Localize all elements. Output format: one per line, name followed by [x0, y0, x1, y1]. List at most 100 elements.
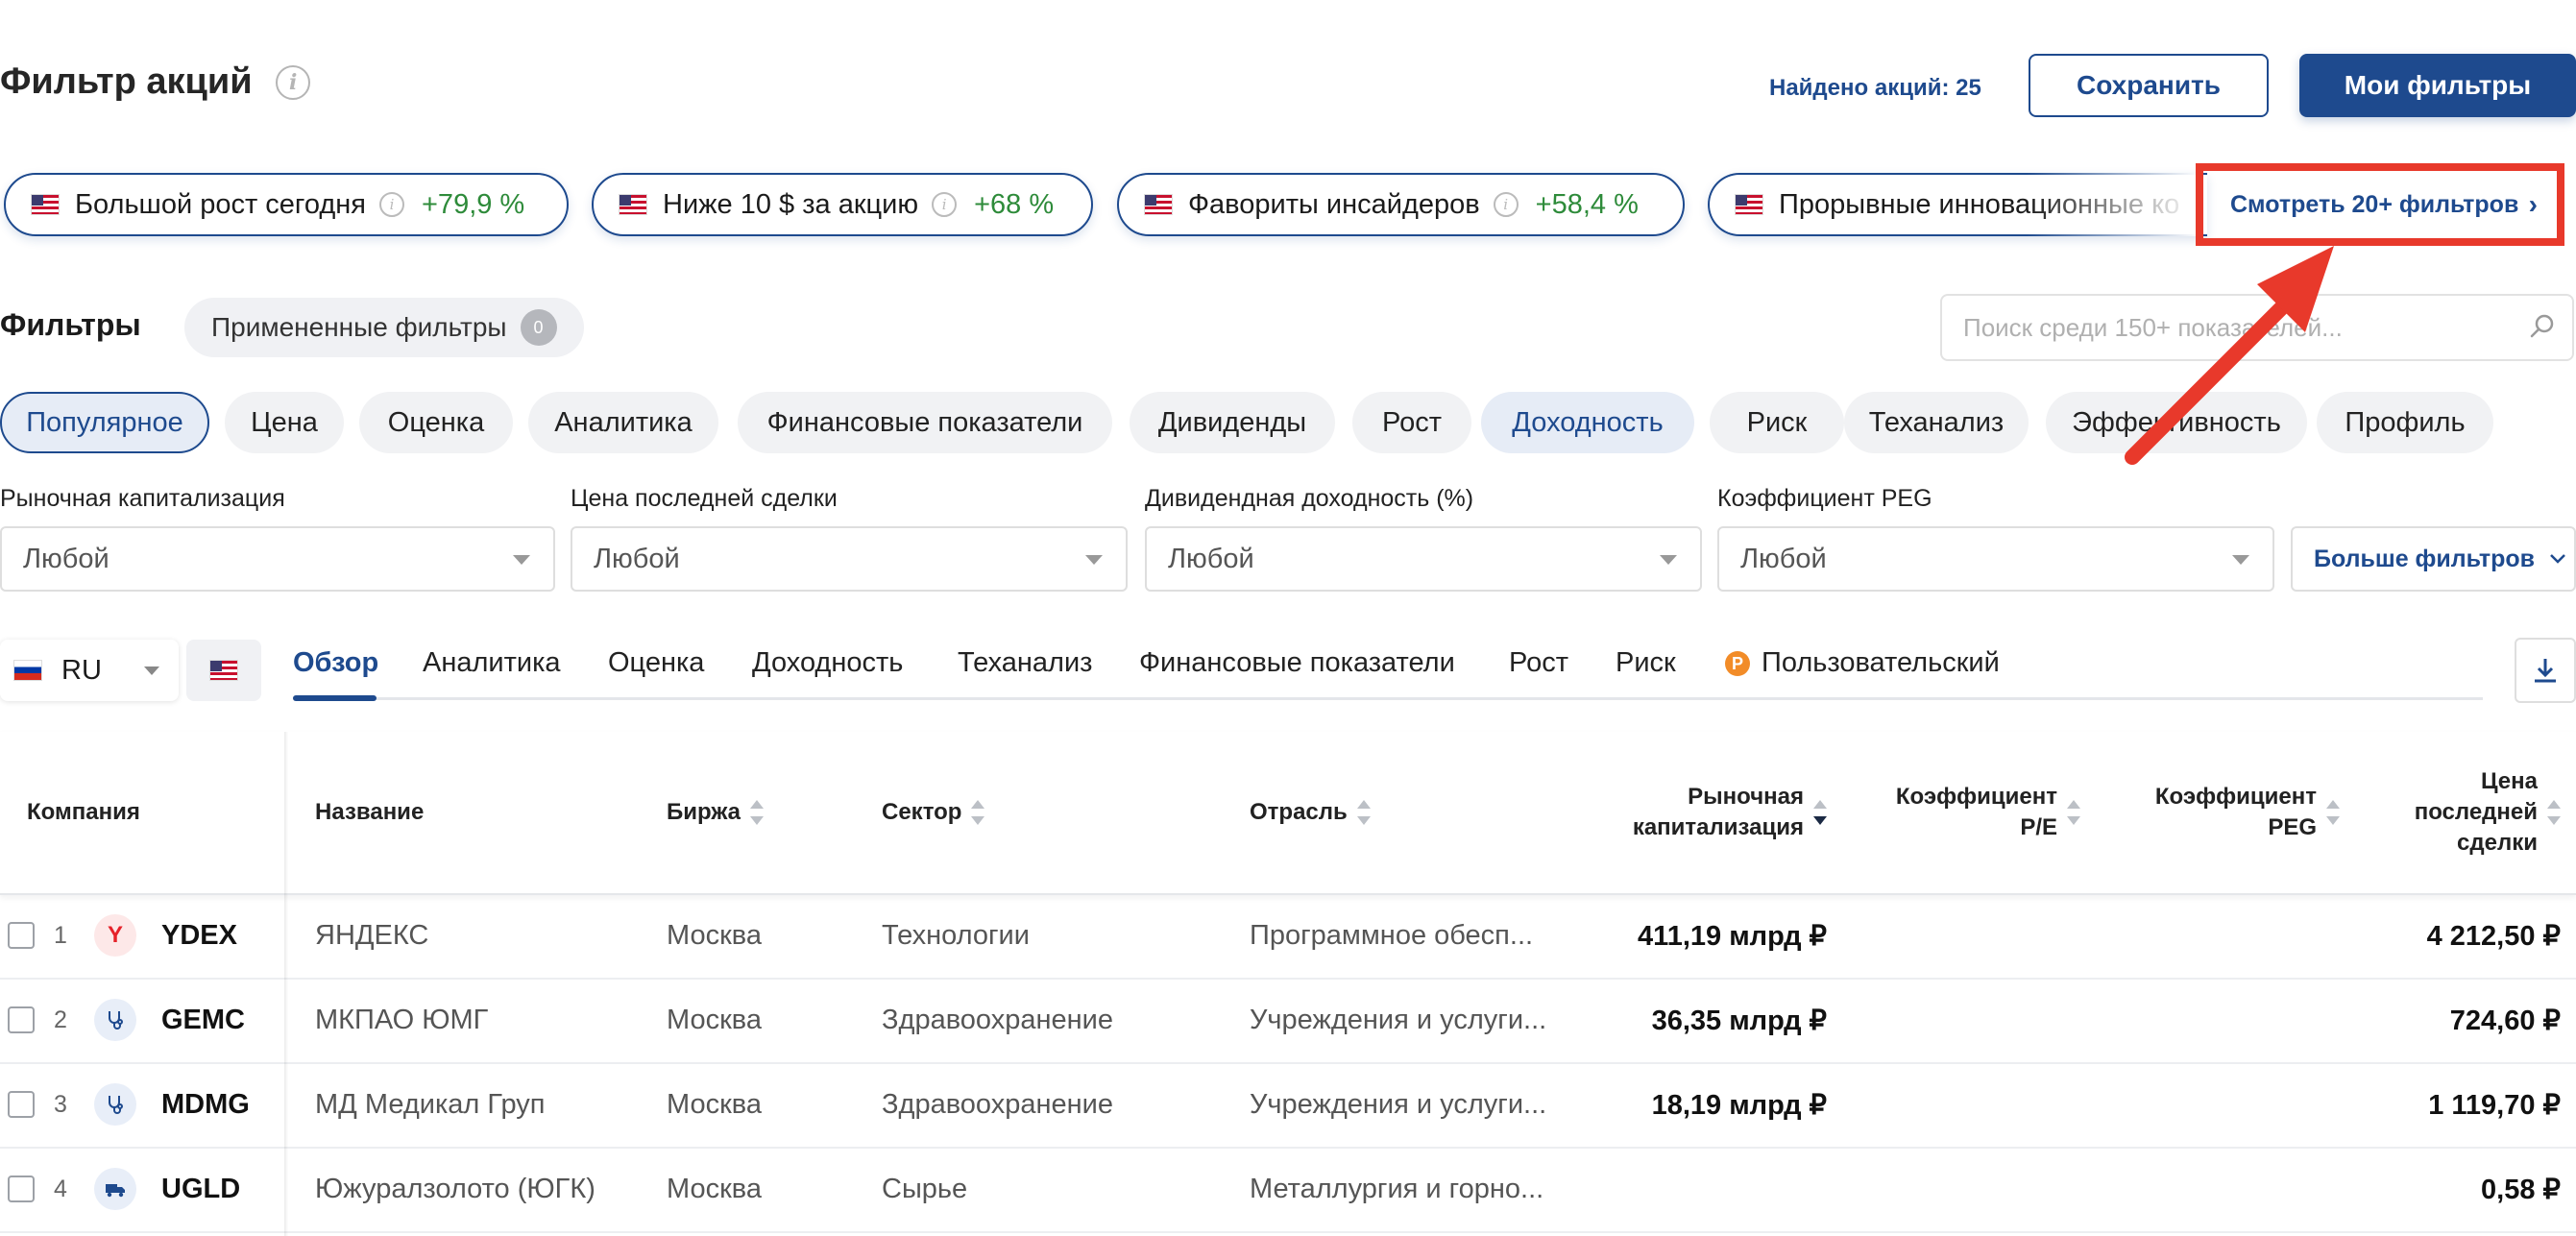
table-row[interactable]: 1 Y YDEX ЯНДЕКС Москва Технологии Програ… [0, 893, 2576, 980]
category-price[interactable]: Цена [225, 392, 344, 453]
header-pe[interactable]: Коэффициент P/E [1854, 732, 2080, 893]
category-profile[interactable]: Профиль [2317, 392, 2493, 453]
header-sector[interactable]: Сектор [882, 732, 985, 893]
category-performance[interactable]: Эффективность [2046, 392, 2307, 453]
row-checkbox[interactable] [8, 1091, 35, 1118]
header-line: P/E [2020, 814, 2057, 840]
header-sector-label: Сектор [882, 799, 962, 825]
us-flag-icon [1735, 194, 1763, 215]
exchange: Москва [667, 1004, 763, 1035]
header-market-cap-label: Рыночная капитализация [1633, 782, 1804, 843]
tab-technicals[interactable]: Теханализ [958, 647, 1092, 679]
frozen-column-shadow [284, 732, 288, 1236]
tab-returns[interactable]: Доходность [752, 647, 903, 679]
header-industry[interactable]: Отрасль [1250, 732, 1371, 893]
ticker-link[interactable]: GEMC [161, 978, 245, 1062]
peg-select[interactable]: Любой [1717, 526, 2274, 592]
tab-custom-label: Пользовательский [1762, 647, 2000, 678]
caret-down-icon [513, 555, 530, 565]
category-financials[interactable]: Финансовые показатели [738, 392, 1112, 453]
country-code: RU [61, 654, 102, 686]
table-row[interactable]: 4 UGLD Южуралзолото (ЮГК) Москва Сырье М… [0, 1147, 2576, 1233]
download-button[interactable] [2515, 638, 2576, 703]
tab-growth[interactable]: Рост [1509, 647, 1568, 679]
category-technicals[interactable]: Теханализ [1844, 392, 2029, 453]
row-checkbox[interactable] [8, 1175, 35, 1202]
quick-filter-chip[interactable]: Ниже 10 $ за акцию i +68 % [592, 173, 1093, 236]
us-flag-icon [209, 660, 238, 681]
category-risk[interactable]: Риск [1710, 392, 1844, 453]
stethoscope-icon [94, 999, 136, 1041]
header-line: последней [2414, 799, 2538, 825]
see-more-filters-link[interactable]: Смотреть 20+ фильтров › [2196, 163, 2564, 246]
applied-filters-button[interactable]: Примененные фильтры 0 [184, 298, 584, 357]
category-returns[interactable]: Доходность [1481, 392, 1694, 453]
info-icon[interactable]: i [932, 192, 958, 217]
header-peg[interactable]: Коэффициент PEG [2109, 732, 2340, 893]
last-price: 724,60 ₽ [2449, 1005, 2561, 1036]
market-cap: 36,35 млрд ₽ [1651, 1005, 1827, 1036]
select-value: Любой [1740, 543, 1827, 574]
quick-filter-chip[interactable]: Большой рост сегодня i +79,9 % [4, 173, 569, 236]
sort-icon [1356, 800, 1371, 825]
header-pe-label: Коэффициент P/E [1896, 782, 2057, 843]
info-icon[interactable]: i [1493, 192, 1519, 217]
dividend-yield-select[interactable]: Любой [1145, 526, 1702, 592]
select-value: Любой [594, 543, 680, 574]
more-filters-button[interactable]: Больше фильтров [2291, 526, 2576, 592]
ticker-link[interactable]: UGLD [161, 1147, 240, 1231]
tab-risk[interactable]: Риск [1616, 647, 1676, 679]
country-select[interactable]: RU [0, 640, 179, 701]
filters-heading: Фильтры [0, 307, 141, 342]
chevron-down-icon [2550, 554, 2565, 564]
category-popular[interactable]: Популярное [0, 392, 209, 453]
indicator-search-input[interactable]: Поиск среди 150+ показателей... [1940, 294, 2574, 361]
company-name: ЯНДЕКС [315, 919, 429, 951]
tab-valuation[interactable]: Оценка [608, 647, 704, 679]
tab-overview[interactable]: Обзор [293, 647, 378, 679]
company-name: Южуралзолото (ЮГК) [315, 1173, 595, 1204]
dividend-yield-label: Дивидендная доходность (%) [1145, 485, 1474, 512]
sector: Технологии [882, 919, 1030, 951]
header-last-price[interactable]: Цена последней сделки [2372, 732, 2561, 893]
table-row[interactable]: 3 MDMG МД Медикал Груп Москва Здравоохра… [0, 1062, 2576, 1149]
tab-custom[interactable]: P Пользовательский [1725, 647, 2000, 679]
row-checkbox[interactable] [8, 922, 35, 949]
info-icon[interactable]: i [276, 65, 311, 100]
last-price: 4 212,50 ₽ [2426, 920, 2561, 952]
header-exchange[interactable]: Биржа [667, 732, 765, 893]
header-market-cap[interactable]: Рыночная капитализация [1575, 732, 1827, 893]
header-line: PEG [2268, 814, 2317, 840]
last-price-label: Цена последней сделки [571, 485, 838, 512]
category-analytics[interactable]: Аналитика [528, 392, 718, 453]
exchange: Москва [667, 1088, 763, 1120]
category-valuation[interactable]: Оценка [359, 392, 513, 453]
table-row[interactable]: 2 GEMC МКПАО ЮМГ Москва Здравоохранение … [0, 978, 2576, 1064]
last-price-select[interactable]: Любой [571, 526, 1128, 592]
us-market-toggle[interactable] [186, 640, 261, 701]
category-dividends[interactable]: Дивиденды [1130, 392, 1335, 453]
chip-change: +79,9 % [422, 188, 525, 220]
more-filters-label: Больше фильтров [2314, 545, 2536, 572]
info-icon[interactable]: i [379, 192, 404, 217]
exchange: Москва [667, 919, 763, 951]
market-cap-select[interactable]: Любой [0, 526, 555, 592]
tab-financials[interactable]: Финансовые показатели [1139, 647, 1455, 679]
my-filters-button[interactable]: Мои фильтры [2299, 54, 2576, 117]
ticker-link[interactable]: MDMG [161, 1062, 250, 1147]
header-name[interactable]: Название [315, 732, 424, 893]
company-name: МКПАО ЮМГ [315, 1004, 489, 1035]
tab-analytics[interactable]: Аналитика [423, 647, 561, 679]
search-placeholder: Поиск среди 150+ показателей... [1963, 312, 2343, 342]
header-company[interactable]: Компания [27, 732, 140, 893]
chip-change: +58,4 % [1535, 188, 1639, 220]
ticker-link[interactable]: YDEX [161, 893, 237, 978]
save-button[interactable]: Сохранить [2029, 54, 2269, 117]
header-industry-label: Отрасль [1250, 799, 1348, 825]
last-price: 1 119,70 ₽ [2428, 1089, 2561, 1121]
row-checkbox[interactable] [8, 1006, 35, 1033]
sector: Здравоохранение [882, 1004, 1113, 1035]
quick-filter-chip[interactable]: Фавориты инсайдеров i +58,4 % [1117, 173, 1685, 236]
header-last-price-label: Цена последней сделки [2415, 766, 2538, 859]
category-growth[interactable]: Рост [1352, 392, 1471, 453]
